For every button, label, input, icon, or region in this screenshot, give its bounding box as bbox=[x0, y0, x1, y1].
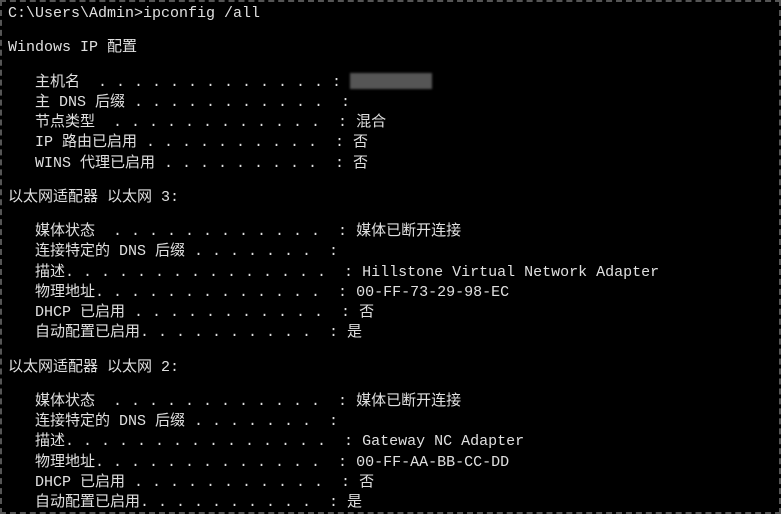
config-entry: 自动配置已启用. . . . . . . . . . : 是 bbox=[8, 493, 773, 513]
entry-value: 是 bbox=[347, 493, 362, 513]
config-entry: 媒体状态 . . . . . . . . . . . . : 媒体已断开连接 bbox=[8, 222, 773, 242]
entry-label: 描述. . . . . . . . . . . . . . . : bbox=[8, 263, 362, 283]
host-section: 主机名 . . . . . . . . . . . . . : 主 DNS 后缀… bbox=[8, 73, 773, 174]
config-entry: IP 路由已启用 . . . . . . . . . . : 否 bbox=[8, 133, 773, 153]
entry-label: DHCP 已启用 . . . . . . . . . . . : bbox=[8, 473, 359, 493]
adapter3-header: 以太网适配器 以太网 3: bbox=[8, 188, 773, 208]
entry-value: 否 bbox=[359, 473, 374, 493]
entry-label: 主 DNS 后缀 . . . . . . . . . . . : bbox=[8, 93, 350, 113]
config-entry: 自动配置已启用. . . . . . . . . . : 是 bbox=[8, 323, 773, 343]
config-entry: 节点类型 . . . . . . . . . . . . : 混合 bbox=[8, 113, 773, 133]
entry-label: 主机名 . . . . . . . . . . . . . : bbox=[8, 73, 350, 93]
entry-label: 自动配置已启用. . . . . . . . . . : bbox=[8, 323, 347, 343]
config-entry: DHCP 已启用 . . . . . . . . . . . : 否 bbox=[8, 303, 773, 323]
entry-value: 媒体已断开连接 bbox=[356, 392, 461, 412]
config-entry: WINS 代理已启用 . . . . . . . . . : 否 bbox=[8, 154, 773, 174]
config-entry: 连接特定的 DNS 后缀 . . . . . . . : bbox=[8, 242, 773, 262]
config-entry: 描述. . . . . . . . . . . . . . . : Gatewa… bbox=[8, 432, 773, 452]
config-entry: DHCP 已启用 . . . . . . . . . . . : 否 bbox=[8, 473, 773, 493]
entry-label: 描述. . . . . . . . . . . . . . . : bbox=[8, 432, 362, 452]
config-entry: 主机名 . . . . . . . . . . . . . : bbox=[8, 73, 773, 93]
entry-value: 00-FF-73-29-98-EC bbox=[356, 283, 509, 303]
adapter3-section: 媒体状态 . . . . . . . . . . . . : 媒体已断开连接 连… bbox=[8, 222, 773, 344]
entry-label: 节点类型 . . . . . . . . . . . . : bbox=[8, 113, 356, 133]
entry-label: 连接特定的 DNS 后缀 . . . . . . . : bbox=[8, 412, 338, 432]
entry-value: 媒体已断开连接 bbox=[356, 222, 461, 242]
ip-config-header: Windows IP 配置 bbox=[8, 38, 773, 58]
entry-label: 自动配置已启用. . . . . . . . . . : bbox=[8, 493, 347, 513]
entry-value: 否 bbox=[359, 303, 374, 323]
entry-label: 物理地址. . . . . . . . . . . . . : bbox=[8, 283, 356, 303]
entry-label: DHCP 已启用 . . . . . . . . . . . : bbox=[8, 303, 359, 323]
entry-value: 混合 bbox=[356, 113, 386, 133]
hostname-redacted bbox=[350, 73, 432, 89]
config-entry: 物理地址. . . . . . . . . . . . . : 00-FF-AA… bbox=[8, 453, 773, 473]
adapter2-section: 媒体状态 . . . . . . . . . . . . : 媒体已断开连接 连… bbox=[8, 392, 773, 514]
config-entry: 媒体状态 . . . . . . . . . . . . : 媒体已断开连接 bbox=[8, 392, 773, 412]
adapter2-header: 以太网适配器 以太网 2: bbox=[8, 358, 773, 378]
config-entry: 主 DNS 后缀 . . . . . . . . . . . : bbox=[8, 93, 773, 113]
entry-label: 连接特定的 DNS 后缀 . . . . . . . : bbox=[8, 242, 338, 262]
config-entry: 物理地址. . . . . . . . . . . . . : 00-FF-73… bbox=[8, 283, 773, 303]
entry-value: Gateway NC Adapter bbox=[362, 432, 524, 452]
entry-label: 物理地址. . . . . . . . . . . . . : bbox=[8, 453, 356, 473]
entry-label: 媒体状态 . . . . . . . . . . . . : bbox=[8, 392, 356, 412]
entry-value: 否 bbox=[353, 154, 368, 174]
command-prompt[interactable]: C:\Users\Admin>ipconfig /all bbox=[8, 4, 773, 24]
entry-value: 是 bbox=[347, 323, 362, 343]
entry-label: 媒体状态 . . . . . . . . . . . . : bbox=[8, 222, 356, 242]
entry-label: WINS 代理已启用 . . . . . . . . . : bbox=[8, 154, 353, 174]
entry-value: Hillstone Virtual Network Adapter bbox=[362, 263, 659, 283]
entry-value: 否 bbox=[353, 133, 368, 153]
config-entry: 描述. . . . . . . . . . . . . . . : Hillst… bbox=[8, 263, 773, 283]
entry-value: 00-FF-AA-BB-CC-DD bbox=[356, 453, 509, 473]
config-entry: 连接特定的 DNS 后缀 . . . . . . . : bbox=[8, 412, 773, 432]
entry-label: IP 路由已启用 . . . . . . . . . . : bbox=[8, 133, 353, 153]
